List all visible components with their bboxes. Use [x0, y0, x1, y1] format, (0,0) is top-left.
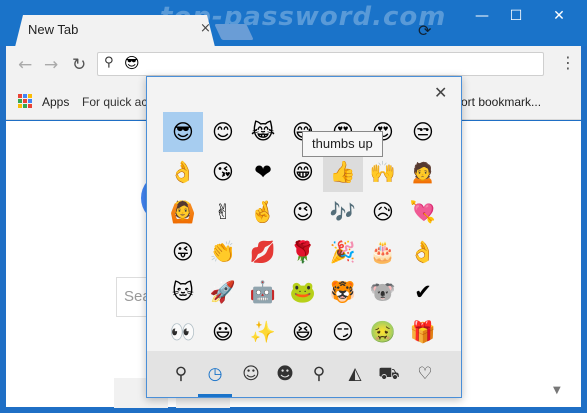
search-icon: ⚲	[104, 55, 114, 70]
emoji-cell[interactable]: 😊	[203, 112, 243, 152]
category-recent-icon[interactable]: ◷	[202, 362, 228, 386]
category-search-icon[interactable]: ⚲	[168, 362, 194, 386]
emoji-cell[interactable]: 😃	[203, 312, 243, 352]
emoji-cell[interactable]: 🐸	[283, 272, 323, 312]
category-symbols-icon[interactable]: ♡	[412, 362, 438, 386]
close-window-button[interactable]: ✕	[547, 6, 571, 26]
emoji-cell[interactable]: 🎶	[323, 192, 363, 232]
emoji-cell[interactable]: 💘	[403, 192, 443, 232]
emoji-cell[interactable]: 🤖	[243, 272, 283, 312]
emoji-cell[interactable]: 🙌	[363, 152, 403, 192]
emoji-cell[interactable]: 😜	[163, 232, 203, 272]
bookmarks-hint-text: For quick ac	[82, 95, 148, 109]
emoji-cell[interactable]: 👌	[163, 152, 203, 192]
emoji-cell[interactable]: 🎁	[403, 312, 443, 352]
category-food-icon[interactable]: ◭	[342, 362, 368, 386]
emoji-cell[interactable]: 😥	[363, 192, 403, 232]
emoji-cell[interactable]: 🐱	[163, 272, 203, 312]
apps-grid-icon[interactable]	[18, 94, 32, 108]
forward-button[interactable]: →	[44, 55, 58, 75]
emoji-cell[interactable]: 🙆	[163, 192, 203, 232]
minimize-button[interactable]: —	[470, 6, 494, 26]
apps-link[interactable]: Apps	[42, 95, 69, 109]
tab-close-icon[interactable]: ×	[200, 21, 211, 36]
emoji-cell[interactable]: 😉	[283, 192, 323, 232]
emoji-cell[interactable]: 🌹	[283, 232, 323, 272]
emoji-cell[interactable]: 🤞	[243, 192, 283, 232]
emoji-cell[interactable]: 👀	[163, 312, 203, 352]
emoji-panel-close-icon[interactable]: ✕	[434, 83, 447, 102]
emoji-cell[interactable]: 😘	[203, 152, 243, 192]
emoji-cell[interactable]: 🐯	[323, 272, 363, 312]
category-transport-icon[interactable]: ⛟	[376, 362, 402, 386]
emoji-cell[interactable]: 👍	[323, 152, 363, 192]
new-tab-button[interactable]	[214, 24, 254, 40]
reload-button[interactable]: ↻	[72, 55, 86, 75]
address-bar-value[interactable]: 😎	[124, 54, 140, 72]
emoji-cell[interactable]: 👏	[203, 232, 243, 272]
emoji-cell[interactable]: 🚀	[203, 272, 243, 312]
emoji-cell[interactable]: 🙍	[403, 152, 443, 192]
back-button[interactable]: ←	[18, 55, 32, 75]
emoji-cell[interactable]: 😒	[403, 112, 443, 152]
emoji-cell[interactable]: ✨	[243, 312, 283, 352]
emoji-cell[interactable]: 🎂	[363, 232, 403, 272]
emoji-cell[interactable]: 😆	[283, 312, 323, 352]
emoji-cell[interactable]: 😏	[323, 312, 363, 352]
emoji-cell[interactable]: 👌	[403, 232, 443, 272]
maximize-button[interactable]: ☐	[504, 6, 528, 26]
category-smileys-icon[interactable]: ☺	[238, 362, 264, 386]
emoji-cell[interactable]: ✌	[203, 192, 243, 232]
category-places-icon[interactable]: ⚲	[306, 362, 332, 386]
emoji-cell[interactable]: ❤	[243, 152, 283, 192]
tab-title: New Tab	[28, 22, 79, 37]
emoji-cell[interactable]: 🐨	[363, 272, 403, 312]
emoji-cell[interactable]: ✔	[403, 272, 443, 312]
emoji-cell[interactable]: 🤢	[363, 312, 403, 352]
emoji-cell[interactable]: 😹	[243, 112, 283, 152]
emoji-cell[interactable]: 😎	[163, 112, 203, 152]
watermark-refresh-icon: ⟳	[418, 21, 432, 40]
emoji-cell[interactable]: 🎉	[323, 232, 363, 272]
emoji-cell[interactable]: 😁	[283, 152, 323, 192]
emoji-tooltip: thumbs up	[302, 131, 383, 157]
active-category-indicator	[198, 394, 232, 397]
address-bar[interactable]	[97, 52, 544, 76]
menu-icon[interactable]: ⋮	[560, 53, 576, 72]
chevron-down-icon[interactable]: ▼	[553, 385, 565, 396]
import-bookmarks-link[interactable]: ort bookmark...	[461, 95, 541, 109]
emoji-cell[interactable]: 💋	[243, 232, 283, 272]
category-people-icon[interactable]: ☻	[272, 362, 298, 386]
